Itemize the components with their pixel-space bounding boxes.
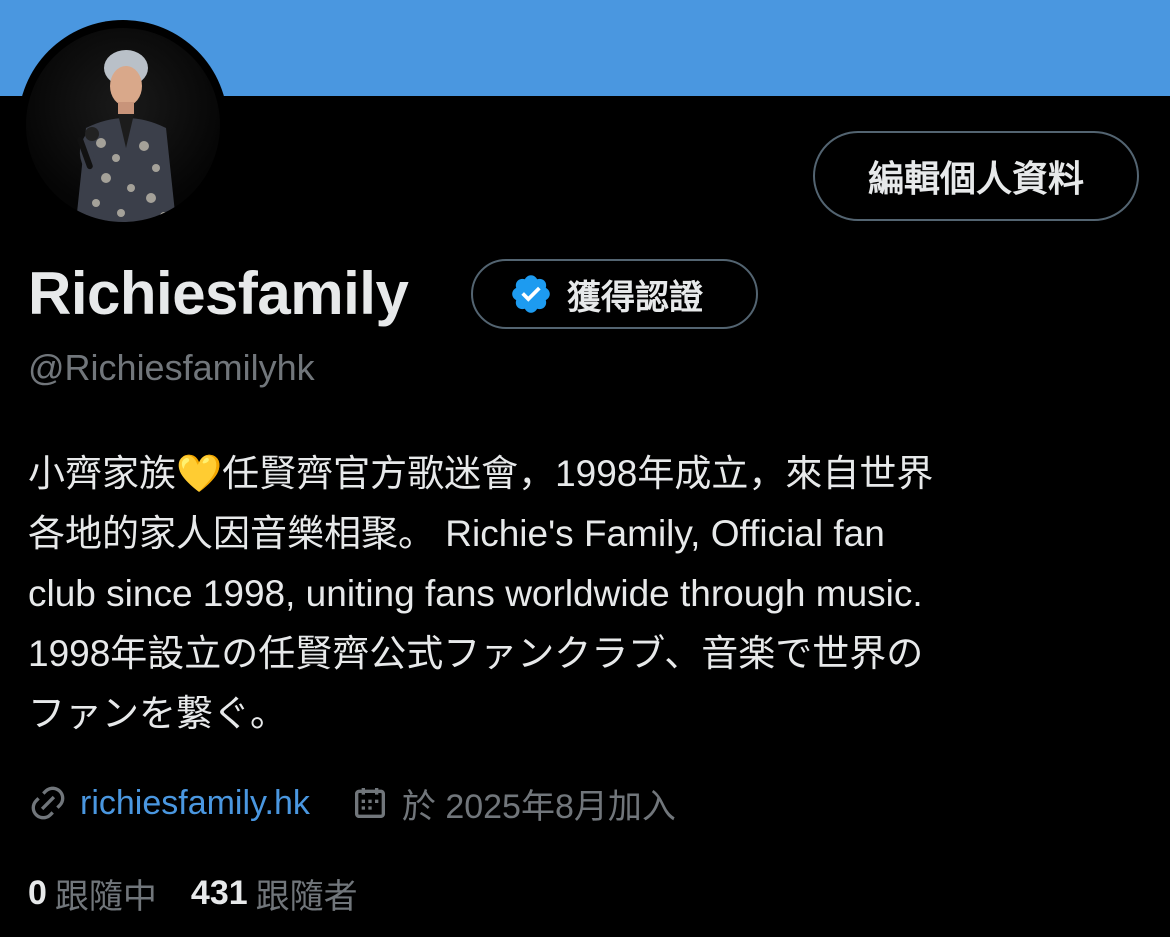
profile-handle: @Richiesfamilyhk xyxy=(28,347,315,388)
avatar-photo xyxy=(26,28,220,222)
bio-line: 1998年設立の任賢齊公式ファンクラブ、音楽で世界の xyxy=(28,633,924,674)
bio-line: 各地的家人因音樂相聚。 Richie's Family, Official fa… xyxy=(28,513,885,554)
verified-badge-icon xyxy=(512,275,550,313)
link-icon xyxy=(31,786,65,820)
joined-date: 於 2025年8月加入 xyxy=(401,787,676,826)
bio-line: 小齊家族💛任賢齊官方歌迷會，1998年成立，來自世界 xyxy=(28,453,934,494)
get-verified-label: 獲得認證 xyxy=(567,278,703,317)
followers-label: 跟隨者 xyxy=(255,877,358,916)
get-verified-button[interactable]: 獲得認證 xyxy=(471,259,758,329)
followers-link[interactable]: 431 跟隨者 xyxy=(191,869,392,918)
avatar-person-illustration xyxy=(76,50,176,222)
profile-website-link[interactable]: richiesfamily.hk xyxy=(80,784,310,823)
profile-bio: 小齊家族💛任賢齊官方歌迷會，1998年成立，來自世界 各地的家人因音樂相聚。 R… xyxy=(28,444,1153,744)
following-count: 0 xyxy=(28,873,47,912)
bio-line: club since 1998, uniting fans worldwide … xyxy=(28,573,923,614)
calendar-icon xyxy=(354,788,385,818)
follow-stats: 0 跟隨中 431 跟隨者 xyxy=(28,868,392,918)
following-label: 跟隨中 xyxy=(54,877,157,916)
profile-avatar[interactable] xyxy=(18,20,228,230)
followers-count: 431 xyxy=(190,873,248,912)
edit-profile-label: 編輯個人資料 xyxy=(867,158,1084,199)
profile-display-name: Richiesfamily xyxy=(28,260,409,327)
profile-meta: richiesfamily.hk 於 2025年8月加入 xyxy=(28,778,676,828)
following-link[interactable]: 0 跟隨中 xyxy=(28,869,191,918)
edit-profile-button[interactable]: 編輯個人資料 xyxy=(813,131,1139,221)
bio-line: ファンを繋ぐ。 xyxy=(28,693,287,734)
